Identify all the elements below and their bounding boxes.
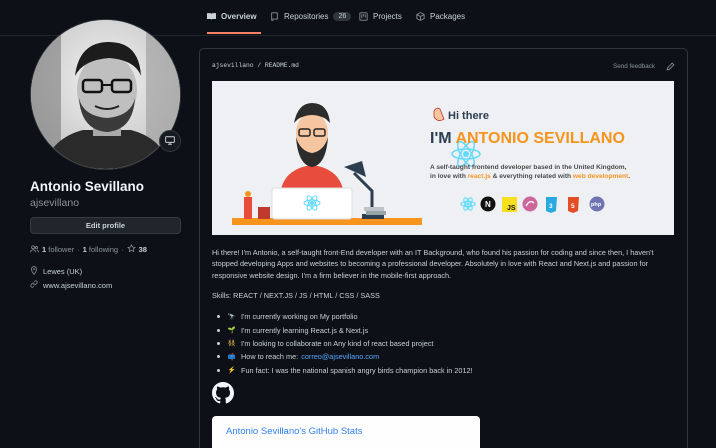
waving-hand-icon [433,107,445,121]
readme-banner: Hi there I'M ANTONIO SEVILLANO A self-ta… [212,81,674,235]
website-row: www.ajsevillano.com [30,280,112,290]
people-icon [30,244,39,255]
send-feedback-link[interactable]: Send feedback [613,63,655,70]
readme-bullet-list: 🔭 I'm currently working on My portfolio 🌱… [217,310,473,377]
repo-icon [270,12,279,23]
list-item: 👯 I'm looking to collaborate on Any kind … [217,337,473,350]
svg-text:php: php [591,202,602,208]
svg-text:N: N [485,200,491,209]
edit-profile-button[interactable]: Edit profile [30,217,181,234]
list-item: 📫 How to reach me: correo@ajsevillano.com [217,350,473,363]
email-link[interactable]: correo@ajsevillano.com [301,352,379,361]
followers-link[interactable]: 1 follower [42,245,74,254]
monitor-icon [165,135,175,147]
website-link[interactable]: www.ajsevillano.com [43,281,112,290]
list-item: 🔭 I'm currently working on My portfolio [217,310,473,323]
stars-count[interactable]: 38 [139,245,147,254]
tab-overview[interactable]: Overview [207,12,261,34]
seedling-icon: 🌱 [227,327,236,335]
star-icon [126,243,136,255]
readme-skills: Skills: REACT / NEXT.JS / JS / HTML / CS… [212,291,380,300]
package-icon [416,12,425,23]
follow-stats: 1 follower · 1 following · 38 [30,243,147,255]
banner-greeting: Hi there [448,110,489,122]
telescope-icon: 🔭 [227,313,236,321]
banner-line2: in love with react.js & everything relat… [430,173,630,180]
profile-username: ajsevillano [30,197,80,209]
mailbox-icon: 📫 [227,353,236,361]
location-row: Lewes (UK) [30,266,82,277]
list-item: 🌱 I'm currently learning React.js & Next.… [217,323,473,336]
dancers-icon: 👯 [227,340,236,348]
lightning-icon: ⚡ [227,367,236,375]
tab-projects[interactable]: Projects [359,12,402,34]
list-item: ⚡ Fun fact: I was the national spanish an… [217,364,473,377]
tab-repositories[interactable]: Repositories 26 [270,12,352,34]
link-icon [30,280,38,290]
developer-illustration [280,103,344,196]
banner-name: I'M ANTONIO SEVILLANO [430,130,625,147]
repositories-count-badge: 26 [333,12,352,21]
pencil-icon[interactable] [666,62,675,73]
following-link[interactable]: 1 following [83,245,118,254]
avatar[interactable] [30,19,181,170]
svg-text:5: 5 [571,203,575,210]
banner-line1: A self-taught frontend developer based i… [430,164,627,171]
tab-packages[interactable]: Packages [416,12,465,34]
github-stats-card: Antonio Sevillano's GitHub Stats [212,416,480,448]
svg-text:3: 3 [549,203,553,210]
location-text: Lewes (UK) [43,267,83,276]
tech-sass-icon [522,196,538,212]
project-icon [359,12,368,23]
readme-intro: Hi there! I'm Antonio, a self-taught fro… [212,248,654,280]
readme-path[interactable]: ajsevillano / README.md [212,62,299,69]
location-pin-icon [30,266,38,277]
book-icon [207,12,216,23]
svg-text:JS: JS [507,205,516,212]
github-logo-icon [212,382,234,404]
stats-card-title: Antonio Sevillano's GitHub Stats [226,426,363,437]
profile-fullname: Antonio Sevillano [30,179,145,194]
set-status-button[interactable] [159,130,181,152]
tech-react-icon [460,197,476,211]
